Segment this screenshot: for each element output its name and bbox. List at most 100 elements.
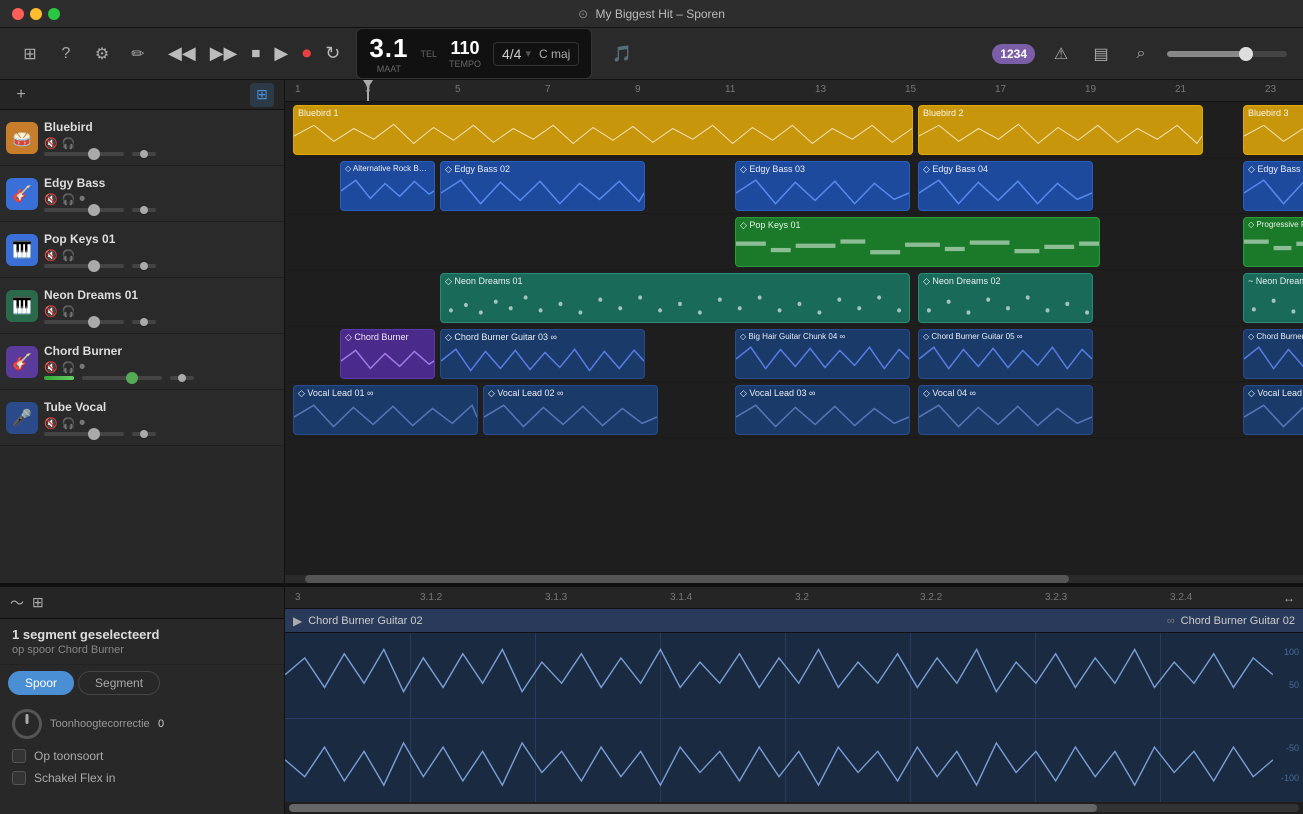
- pan-knob-bluebird[interactable]: [132, 152, 156, 156]
- search-button[interactable]: ⌕: [1127, 40, 1155, 68]
- flex-check[interactable]: [12, 771, 26, 785]
- track-fader-neon-dreams[interactable]: [44, 320, 124, 324]
- clip-chord-burner[interactable]: ◇ Chord Burner: [340, 329, 435, 379]
- pitch-correction-knob[interactable]: [12, 709, 42, 739]
- clip-progressive-pop-keys[interactable]: ◇ Progressive Pop Keys 02: [1243, 217, 1303, 267]
- clip-neon-dreams-02[interactable]: ◇ Neon Dreams 02: [918, 273, 1093, 323]
- track-item-tube-vocal[interactable]: 🎤 Tube Vocal 🔇 🎧 ⏺: [0, 390, 284, 446]
- clip-vocal-04[interactable]: ◇ Vocal 04 ∞: [918, 385, 1093, 435]
- scrollbar-thumb[interactable]: [305, 575, 1069, 583]
- clip-neon-dreams-03[interactable]: ~ Neon Dreams 03: [1243, 273, 1303, 323]
- mute-button-bluebird[interactable]: 🔇: [44, 137, 58, 150]
- fader-knob-neon-dreams[interactable]: [88, 316, 100, 328]
- record-button[interactable]: ⏺: [302, 43, 311, 64]
- record-enable-chord-burner[interactable]: ⏺: [79, 361, 85, 374]
- clip-vocal-lead-02[interactable]: ◇ Vocal Lead 02 ∞: [483, 385, 658, 435]
- track-item-bluebird[interactable]: 🥁 Bluebird 🔇 🎧: [0, 110, 284, 166]
- headphone-button-edgy-bass[interactable]: 🎧: [62, 193, 76, 206]
- minimize-button[interactable]: [30, 8, 42, 20]
- mute-button-edgy-bass[interactable]: 🔇: [44, 193, 58, 206]
- clip-bluebird-2[interactable]: Bluebird 2: [918, 105, 1203, 155]
- track-item-pop-keys[interactable]: 🎹 Pop Keys 01 🔇 🎧: [0, 222, 284, 278]
- clip-big-hair-guitar[interactable]: ◇ Big Hair Guitar Chunk 04 ∞: [735, 329, 910, 379]
- record-button-edgy-bass[interactable]: ⏺: [79, 193, 85, 206]
- track-fader-pop-keys[interactable]: [44, 264, 124, 268]
- playhead[interactable]: [367, 80, 369, 101]
- cycle-button[interactable]: ↻: [325, 43, 340, 64]
- tab-spoor[interactable]: Spoor: [8, 671, 74, 695]
- display-button[interactable]: ▤: [1087, 40, 1115, 68]
- db-label-100: 100: [1284, 647, 1299, 657]
- track-fader-chord-burner[interactable]: [82, 376, 162, 380]
- mute-button-pop-keys[interactable]: 🔇: [44, 249, 58, 262]
- clip-edgy-bass-051[interactable]: ◇ Edgy Bass 05.1: [1243, 161, 1303, 211]
- clip-bluebird-3[interactable]: Bluebird 3: [1243, 105, 1303, 155]
- track-fader-tube-vocal[interactable]: [44, 432, 124, 436]
- to-start-button[interactable]: ⏹: [251, 43, 260, 64]
- detail-scrollbar[interactable]: [289, 804, 1299, 812]
- master-volume[interactable]: [1167, 51, 1287, 57]
- rewind-button[interactable]: ◀◀: [168, 43, 196, 64]
- pan-knob-chord-burner[interactable]: [170, 376, 194, 380]
- fader-knob-edgy-bass[interactable]: [88, 204, 100, 216]
- headphone-button-bluebird[interactable]: 🎧: [62, 137, 76, 150]
- fader-knob-tube-vocal[interactable]: [88, 428, 100, 440]
- mute-button-neon-dreams[interactable]: 🔇: [44, 305, 58, 318]
- pan-knob-pop-keys[interactable]: [132, 264, 156, 268]
- pan-knob-edgy-bass[interactable]: [132, 208, 156, 212]
- clip-edgy-bass-01[interactable]: ◇ Alternative Rock Bass 01: [340, 161, 435, 211]
- track-item-edgy-bass[interactable]: 🎸 Edgy Bass 🔇 🎧 ⏺: [0, 166, 284, 222]
- clip-vocal-lead-03[interactable]: ◇ Vocal Lead 03 ∞: [735, 385, 910, 435]
- pencil-button[interactable]: ✏: [124, 40, 152, 68]
- clip-vocal-lead-05[interactable]: ◇ Vocal Lead 05 ∞: [1243, 385, 1303, 435]
- clip-chord-burner-guitar-05[interactable]: ◇ Chord Burner Guitar 05 ∞: [918, 329, 1093, 379]
- record-enable-tube-vocal[interactable]: ⏺: [79, 417, 85, 430]
- clip-pop-keys-01[interactable]: ◇ Pop Keys 01: [735, 217, 1100, 267]
- settings-button[interactable]: ⚙: [88, 40, 116, 68]
- clip-edgy-bass-04[interactable]: ◇ Edgy Bass 04: [918, 161, 1093, 211]
- clip-edgy-bass-03[interactable]: ◇ Edgy Bass 03: [735, 161, 910, 211]
- user-badge[interactable]: 1234: [992, 44, 1035, 64]
- pan-dot-tube-vocal: [140, 430, 148, 438]
- headphone-button-chord-burner[interactable]: 🎧: [62, 361, 76, 374]
- time-sig-box[interactable]: 4/4 ▾ C maj: [493, 42, 579, 66]
- fader-knob-pop-keys[interactable]: [88, 260, 100, 272]
- add-track-button[interactable]: +: [10, 84, 32, 106]
- help-button[interactable]: ?: [52, 40, 80, 68]
- clip-bluebird-1[interactable]: Bluebird 1: [293, 105, 913, 155]
- track-fader-edgy-bass[interactable]: [44, 208, 124, 212]
- track-item-chord-burner[interactable]: 🎸 Chord Burner 🔇 🎧 ⏺: [0, 334, 284, 390]
- headphone-button-pop-keys[interactable]: 🎧: [62, 249, 76, 262]
- fast-forward-button[interactable]: ▶▶: [210, 43, 238, 64]
- fader-knob-chord-burner[interactable]: [126, 372, 138, 384]
- track-item-neon-dreams[interactable]: 🎹 Neon Dreams 01 🔇 🎧: [0, 278, 284, 334]
- mute-button-chord-burner[interactable]: 🔇: [44, 361, 58, 374]
- clip-neon-dreams-01[interactable]: ◇ Neon Dreams 01: [440, 273, 910, 323]
- close-button[interactable]: [12, 8, 24, 20]
- track-fader-bluebird[interactable]: [44, 152, 124, 156]
- clip-vocal-lead-01[interactable]: ◇ Vocal Lead 01 ∞: [293, 385, 478, 435]
- headphone-button-neon-dreams[interactable]: 🎧: [62, 305, 76, 318]
- smart-controls-button[interactable]: ⊞: [250, 83, 274, 107]
- fader-knob-bluebird[interactable]: [88, 148, 100, 160]
- clip-edgy-bass-02[interactable]: ◇ Edgy Bass 02: [440, 161, 645, 211]
- detail-scrollbar-thumb[interactable]: [289, 804, 1097, 812]
- pan-knob-neon-dreams[interactable]: [132, 320, 156, 324]
- pan-knob-tube-vocal[interactable]: [132, 432, 156, 436]
- volume-knob[interactable]: [1239, 47, 1253, 61]
- on-key-check[interactable]: [12, 749, 26, 763]
- tab-segment[interactable]: Segment: [78, 671, 160, 695]
- headphone-button-tube-vocal[interactable]: 🎧: [62, 417, 76, 430]
- detail-play-button[interactable]: ▶: [293, 614, 302, 628]
- mute-button-tube-vocal[interactable]: 🔇: [44, 417, 58, 430]
- detail-expand-button[interactable]: ↔: [1283, 591, 1295, 605]
- clip-chord-burner-guitar-03[interactable]: ◇ Chord Burner Guitar 03 ∞: [440, 329, 645, 379]
- sc-settings-icon[interactable]: ⊞: [32, 594, 44, 611]
- arrangement-scrollbar[interactable]: [285, 575, 1303, 583]
- clip-chord-burner-guitar-06[interactable]: ◇ Chord Burner Guitar 06 ∞: [1243, 329, 1303, 379]
- library-button[interactable]: ⊞: [16, 40, 44, 68]
- warning-button[interactable]: ⚠: [1047, 40, 1075, 68]
- tuner-button[interactable]: 🎵: [608, 40, 636, 68]
- play-button[interactable]: ▶: [274, 43, 288, 64]
- maximize-button[interactable]: [48, 8, 60, 20]
